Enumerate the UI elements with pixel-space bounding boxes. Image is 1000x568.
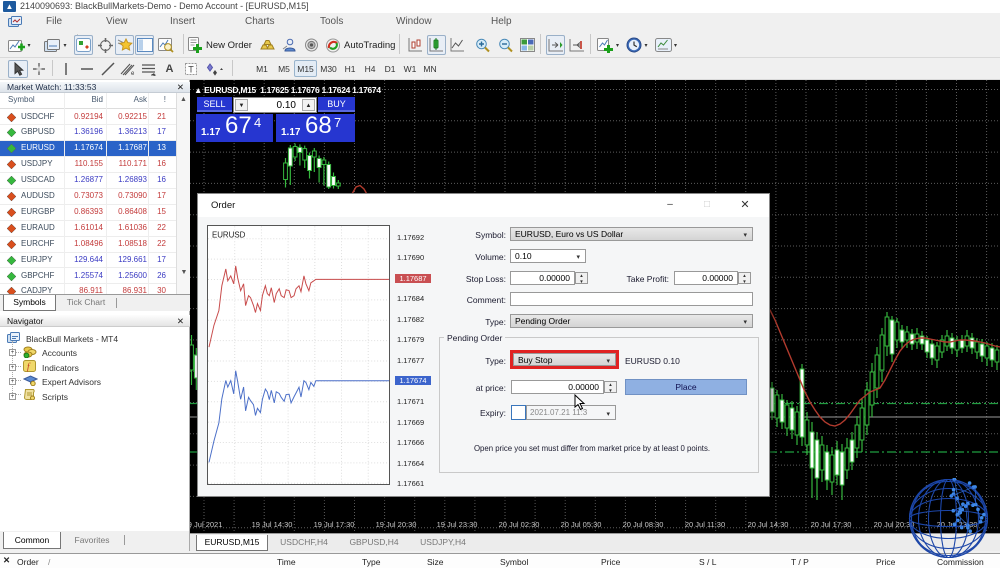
svg-text:e: e [131,71,135,76]
svg-text:EURUSD: EURUSD [212,230,246,239]
svg-text:T: T [188,65,194,75]
